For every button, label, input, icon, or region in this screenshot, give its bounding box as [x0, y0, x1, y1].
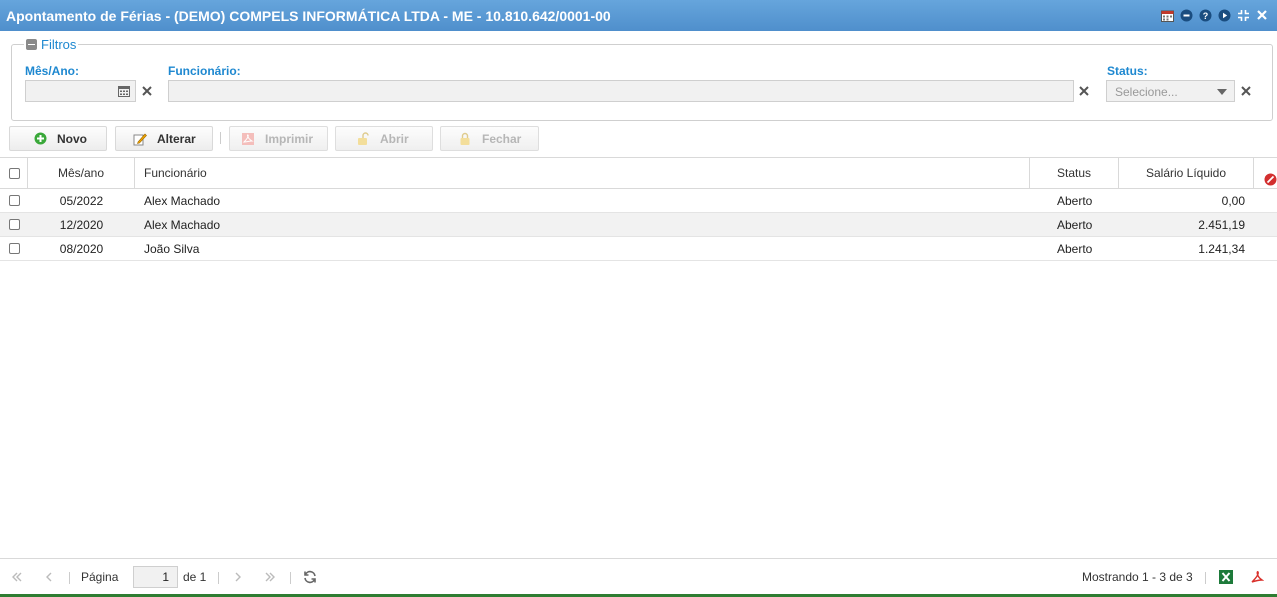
- select-all-checkbox[interactable]: [9, 168, 20, 179]
- calendar-icon[interactable]: [1160, 8, 1174, 22]
- showing-count: Mostrando 1 - 3 de 3: [1082, 570, 1193, 584]
- funcionario-label: Funcionário:: [168, 64, 241, 78]
- clear-mes-ano-button[interactable]: [136, 80, 158, 102]
- page-number-input[interactable]: 1: [133, 566, 178, 588]
- clear-funcionario-button[interactable]: [1073, 80, 1095, 102]
- column-header-mes-ano[interactable]: Mês/ano: [28, 158, 135, 189]
- column-options-cell: [1254, 158, 1277, 189]
- window-title: Apontamento de Férias - (DEMO) COMPELS I…: [6, 8, 611, 24]
- select-all-cell: [0, 158, 28, 189]
- table-row[interactable]: 05/2022 Alex Machado Aberto 0,00: [0, 189, 1277, 213]
- chevron-down-icon[interactable]: [1215, 85, 1229, 99]
- row-checkbox[interactable]: [9, 243, 20, 254]
- unlock-icon: [356, 131, 370, 146]
- row-checkbox[interactable]: [9, 195, 20, 206]
- lock-icon: [458, 132, 472, 146]
- status-select[interactable]: Selecione...: [1106, 80, 1235, 102]
- pager-separator: [290, 572, 291, 584]
- row-checkbox[interactable]: [9, 219, 20, 230]
- previous-page-icon[interactable]: [41, 569, 57, 585]
- clear-status-button[interactable]: [1235, 80, 1257, 102]
- mes-ano-label: Mês/Ano:: [25, 64, 79, 78]
- column-header-funcionario[interactable]: Funcionário: [135, 158, 1030, 189]
- abrir-label: Abrir: [380, 131, 409, 146]
- filters-legend[interactable]: Filtros: [24, 37, 79, 52]
- pager-separator: [1205, 572, 1206, 584]
- status-label: Status:: [1107, 64, 1148, 78]
- column-header-status[interactable]: Status: [1030, 158, 1119, 189]
- pagination-bar: Página 1 de 1 Mostrando 1 - 3 de 3: [0, 558, 1277, 597]
- grid-header: Mês/ano Funcionário Status Salário Líqui…: [0, 157, 1277, 189]
- table-row[interactable]: 08/2020 João Silva Aberto 1.241,34: [0, 237, 1277, 261]
- titlebar-icons: ?: [1160, 8, 1269, 22]
- cell-funcionario: João Silva: [144, 242, 200, 256]
- cell-salario: 2.451,19: [1198, 218, 1245, 232]
- pdf-icon: [241, 132, 255, 146]
- fechar-label: Fechar: [482, 131, 522, 146]
- alterar-button[interactable]: Alterar: [115, 126, 213, 151]
- pager-separator: [69, 572, 70, 584]
- edit-icon: [133, 132, 147, 146]
- pager-separator: [218, 572, 219, 584]
- funcionario-input[interactable]: [168, 80, 1074, 102]
- cell-funcionario: Alex Machado: [144, 218, 221, 232]
- last-page-icon[interactable]: [262, 569, 278, 585]
- pdf-export-icon[interactable]: [1249, 569, 1265, 585]
- cell-status: Aberto: [1057, 218, 1093, 232]
- window-titlebar: Apontamento de Férias - (DEMO) COMPELS I…: [0, 0, 1277, 31]
- novo-button[interactable]: Novo: [9, 126, 107, 151]
- cell-salario: 1.241,34: [1198, 242, 1245, 256]
- fechar-button[interactable]: Fechar: [440, 126, 539, 151]
- cell-salario: 0,00: [1221, 194, 1245, 208]
- next-page-icon[interactable]: [230, 569, 246, 585]
- calendar-picker-icon[interactable]: [117, 84, 131, 98]
- column-header-salario-liquido[interactable]: Salário Líquido: [1119, 158, 1254, 189]
- play-icon[interactable]: [1217, 8, 1231, 22]
- cell-mes-ano: 08/2020: [59, 242, 104, 256]
- excel-export-icon[interactable]: [1218, 569, 1234, 585]
- cell-mes-ano: 05/2022: [59, 194, 104, 208]
- cell-status: Aberto: [1057, 194, 1093, 208]
- collapse-filters-icon[interactable]: [26, 39, 37, 50]
- close-icon[interactable]: [1255, 8, 1269, 22]
- refresh-icon[interactable]: [302, 569, 318, 585]
- alterar-label: Alterar: [157, 131, 196, 146]
- filters-legend-label: Filtros: [41, 37, 77, 52]
- table-row[interactable]: 12/2020 Alex Machado Aberto 2.451,19: [0, 213, 1277, 237]
- novo-label: Novo: [57, 131, 87, 146]
- add-icon: [33, 132, 47, 146]
- imprimir-label: Imprimir: [265, 131, 314, 146]
- svg-text:?: ?: [1202, 11, 1208, 21]
- chat-icon[interactable]: [1179, 8, 1193, 22]
- cell-mes-ano: 12/2020: [59, 218, 104, 232]
- mes-ano-input[interactable]: [25, 80, 136, 102]
- cell-status: Aberto: [1057, 242, 1093, 256]
- collapse-icon[interactable]: [1236, 8, 1250, 22]
- cell-funcionario: Alex Machado: [144, 194, 221, 208]
- toolbar-separator: [220, 132, 221, 144]
- imprimir-button[interactable]: Imprimir: [229, 126, 328, 151]
- abrir-button[interactable]: Abrir: [335, 126, 433, 151]
- help-icon[interactable]: ?: [1198, 8, 1212, 22]
- status-placeholder: Selecione...: [1115, 85, 1178, 99]
- page-label: Página: [81, 570, 119, 584]
- page-total-label: de 1: [183, 570, 207, 584]
- first-page-icon[interactable]: [9, 569, 25, 585]
